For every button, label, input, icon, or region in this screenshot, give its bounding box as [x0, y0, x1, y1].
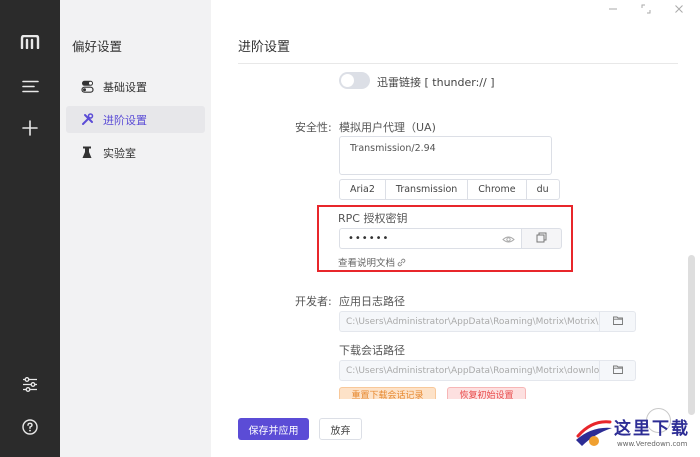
sidebar-item-label: 进阶设置 — [103, 113, 147, 127]
app-rail — [0, 0, 60, 457]
help-circle-icon[interactable] — [15, 412, 45, 442]
watermark-text: 这里下载 — [614, 419, 690, 439]
developer-section-label: 开发者: — [295, 295, 332, 308]
ua-preset-aria2-button[interactable]: Aria2 — [339, 179, 386, 200]
settings-main: 进阶设置 迅雷链接 [ thunder:// ] 安全性: 模拟用户代理（UA)… — [211, 0, 700, 457]
thunder-toggle[interactable] — [339, 72, 370, 89]
preferences-sidebar: 偏好设置 基础设置 进阶设置 实验室 — [60, 0, 211, 457]
sidebar-item-advanced[interactable]: 进阶设置 — [66, 106, 205, 133]
rpc-secret-value: •••••• — [348, 233, 390, 244]
flask-icon — [80, 146, 94, 160]
watermark-url: www.Veredown.com — [617, 440, 688, 448]
ua-preset-du-button[interactable]: du — [525, 179, 560, 200]
clear-session-button[interactable]: 重置下载会话记录 — [339, 387, 436, 399]
sidebar-title: 偏好设置 — [72, 39, 123, 54]
folder-icon — [612, 364, 623, 377]
link-icon — [397, 258, 406, 267]
minimize-icon[interactable] — [608, 4, 618, 17]
scrollbar[interactable] — [688, 255, 695, 415]
sliders-icon[interactable] — [15, 369, 45, 399]
session-path-label: 下载会话路径 — [339, 344, 405, 357]
log-path-label: 应用日志路径 — [339, 295, 405, 308]
sidebar-item-label: 基础设置 — [103, 80, 147, 94]
menu-lines-icon[interactable] — [15, 71, 45, 101]
log-path-input[interactable]: C:\Users\Administrator\AppData\Roaming\M… — [339, 311, 599, 332]
watermark: 这里下载 www.Veredown.com — [570, 410, 700, 457]
rpc-secret-label: RPC 授权密钥 — [338, 212, 408, 225]
plus-icon[interactable] — [15, 113, 45, 143]
motrix-logo-icon[interactable] — [15, 27, 45, 57]
view-docs-label: 查看说明文档 — [338, 258, 396, 269]
ua-preset-group: Aria2 Transmission Chrome du — [339, 179, 560, 200]
security-section-label: 安全性: — [295, 121, 332, 134]
user-agent-textarea[interactable]: Transmission/2.94 — [339, 136, 552, 175]
discard-button[interactable]: 放弃 — [319, 418, 362, 440]
log-folder-button[interactable] — [599, 311, 636, 332]
maximize-icon[interactable] — [641, 4, 651, 17]
copy-icon — [536, 232, 547, 246]
user-agent-label: 模拟用户代理（UA) — [339, 121, 436, 134]
rpc-secret-input[interactable]: •••••• — [339, 228, 521, 249]
factory-reset-button[interactable]: 恢复初始设置 — [447, 387, 526, 399]
session-path-input[interactable]: C:\Users\Administrator\AppData\Roaming\M… — [339, 360, 599, 381]
sidebar-item-label: 实验室 — [103, 146, 136, 160]
copy-secret-button[interactable] — [521, 228, 562, 249]
tools-icon — [80, 113, 94, 127]
thunder-toggle-label: 迅雷链接 [ thunder:// ] — [377, 76, 495, 89]
page-title: 进阶设置 — [238, 40, 291, 55]
eye-icon[interactable] — [502, 233, 515, 246]
sidebar-item-lab[interactable]: 实验室 — [66, 139, 205, 166]
close-icon[interactable] — [674, 4, 684, 17]
sidebar-item-basic[interactable]: 基础设置 — [66, 73, 205, 100]
title-divider — [238, 63, 678, 64]
ua-preset-chrome-button[interactable]: Chrome — [467, 179, 527, 200]
ua-preset-transmission-button[interactable]: Transmission — [384, 179, 469, 200]
session-folder-button[interactable] — [599, 360, 636, 381]
toggle-icon — [80, 80, 94, 94]
watermark-logo-icon — [576, 420, 612, 446]
view-docs-link[interactable]: 查看说明文档 — [338, 255, 406, 269]
save-apply-button[interactable]: 保存并应用 — [238, 418, 309, 440]
folder-icon — [612, 315, 623, 328]
